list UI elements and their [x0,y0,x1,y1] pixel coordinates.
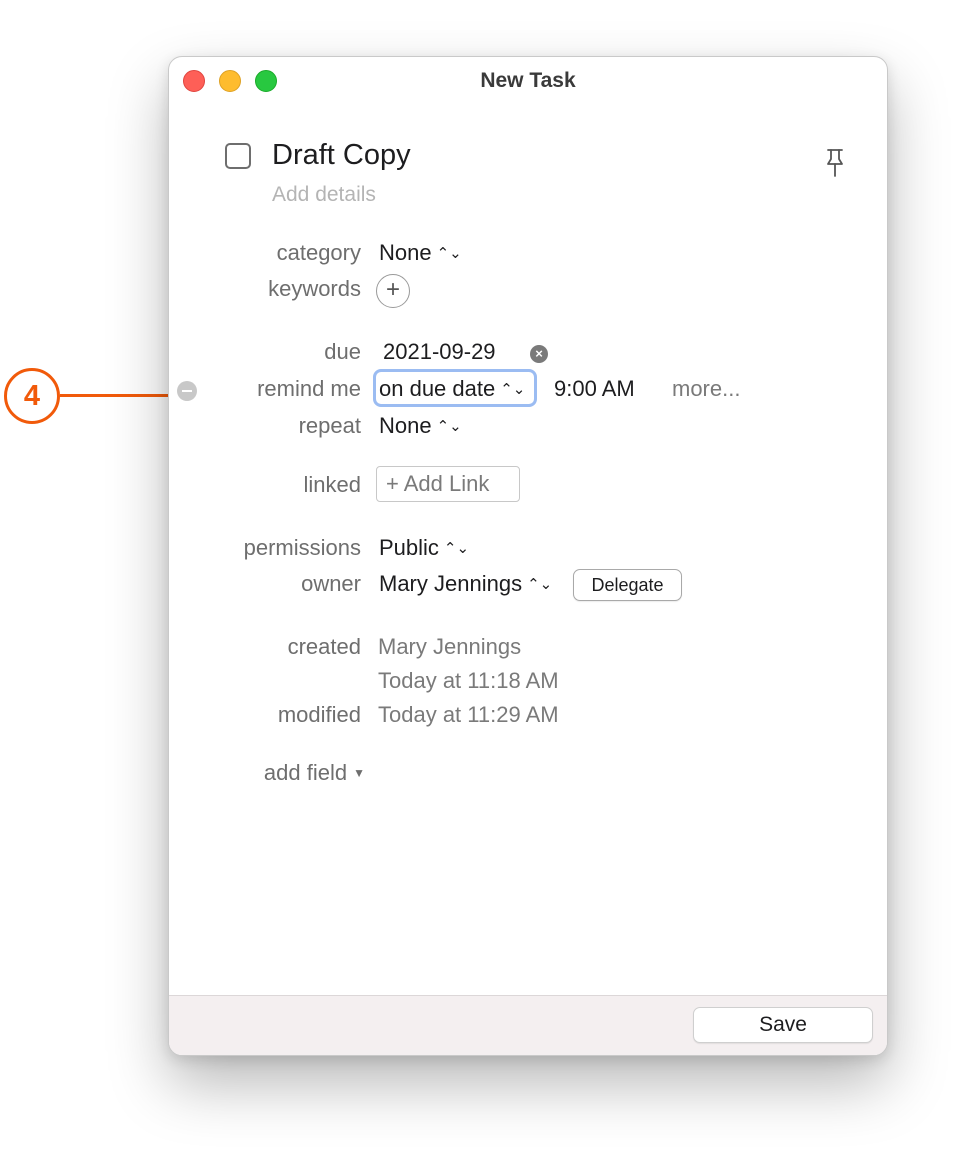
task-window: New Task Draft Copy Add details category… [168,56,888,1056]
minus-circle-icon[interactable] [177,381,197,401]
permissions-label: permissions [243,535,361,560]
linked-label: linked [303,472,361,497]
task-title[interactable]: Draft Copy [272,139,411,172]
created-by: Mary Jennings [378,634,522,659]
owner-popup[interactable]: Mary Jennings ⌃⌄ [379,571,552,597]
up-down-chevron-icon: ⌃⌄ [436,418,462,435]
created-label: created [287,634,361,659]
modified-when: Today at 11:29 AM [378,702,559,727]
caret-down-icon: ▼ [353,766,365,780]
task-details-field[interactable]: Add details [272,183,376,207]
footer-bar: Save [169,995,887,1055]
category-value: None [379,240,432,265]
add-keyword-button[interactable]: + [376,274,410,308]
created-when: Today at 11:18 AM [378,668,559,693]
add-field-menu[interactable]: add field ▼ [264,760,365,786]
delegate-button[interactable]: Delegate [573,569,682,601]
repeat-label: repeat [298,413,361,438]
callout-number-badge: 4 [4,368,60,424]
category-popup[interactable]: None ⌃⌄ [379,240,462,266]
permissions-popup[interactable]: Public ⌃⌄ [379,535,469,561]
pushpin-icon[interactable] [823,147,847,181]
up-down-chevron-icon: ⌃⌄ [443,540,470,557]
permissions-value: Public [379,535,439,560]
due-label: due [324,339,361,364]
remind-me-value: on due date [379,376,496,401]
clear-x-icon[interactable]: × [530,345,548,363]
due-date-field[interactable]: 2021-09-29 [383,339,496,365]
save-button[interactable]: Save [693,1007,873,1043]
up-down-chevron-icon: ⌃⌄ [436,245,462,262]
remind-more-link[interactable]: more... [672,376,740,402]
task-complete-checkbox[interactable] [225,143,251,169]
modified-label: modified [277,702,361,727]
window-title: New Task [480,69,576,92]
remind-me-popup[interactable]: on due date ⌃⌄ [379,376,525,402]
owner-value: Mary Jennings [379,571,523,596]
repeat-value: None [379,413,432,438]
keywords-label: keywords [268,276,361,301]
remind-me-label: remind me [257,376,361,401]
up-down-chevron-icon: ⌃⌄ [527,576,553,593]
up-down-chevron-icon: ⌃⌄ [500,381,526,398]
add-link-button[interactable]: + Add Link [376,466,520,502]
plus-icon: + [385,276,400,303]
add-field-label: add field [263,760,348,785]
remind-time-field[interactable]: 9:00 AM [554,376,635,402]
category-label: category [276,240,361,265]
owner-label: owner [301,571,361,596]
repeat-popup[interactable]: None ⌃⌄ [379,413,462,439]
